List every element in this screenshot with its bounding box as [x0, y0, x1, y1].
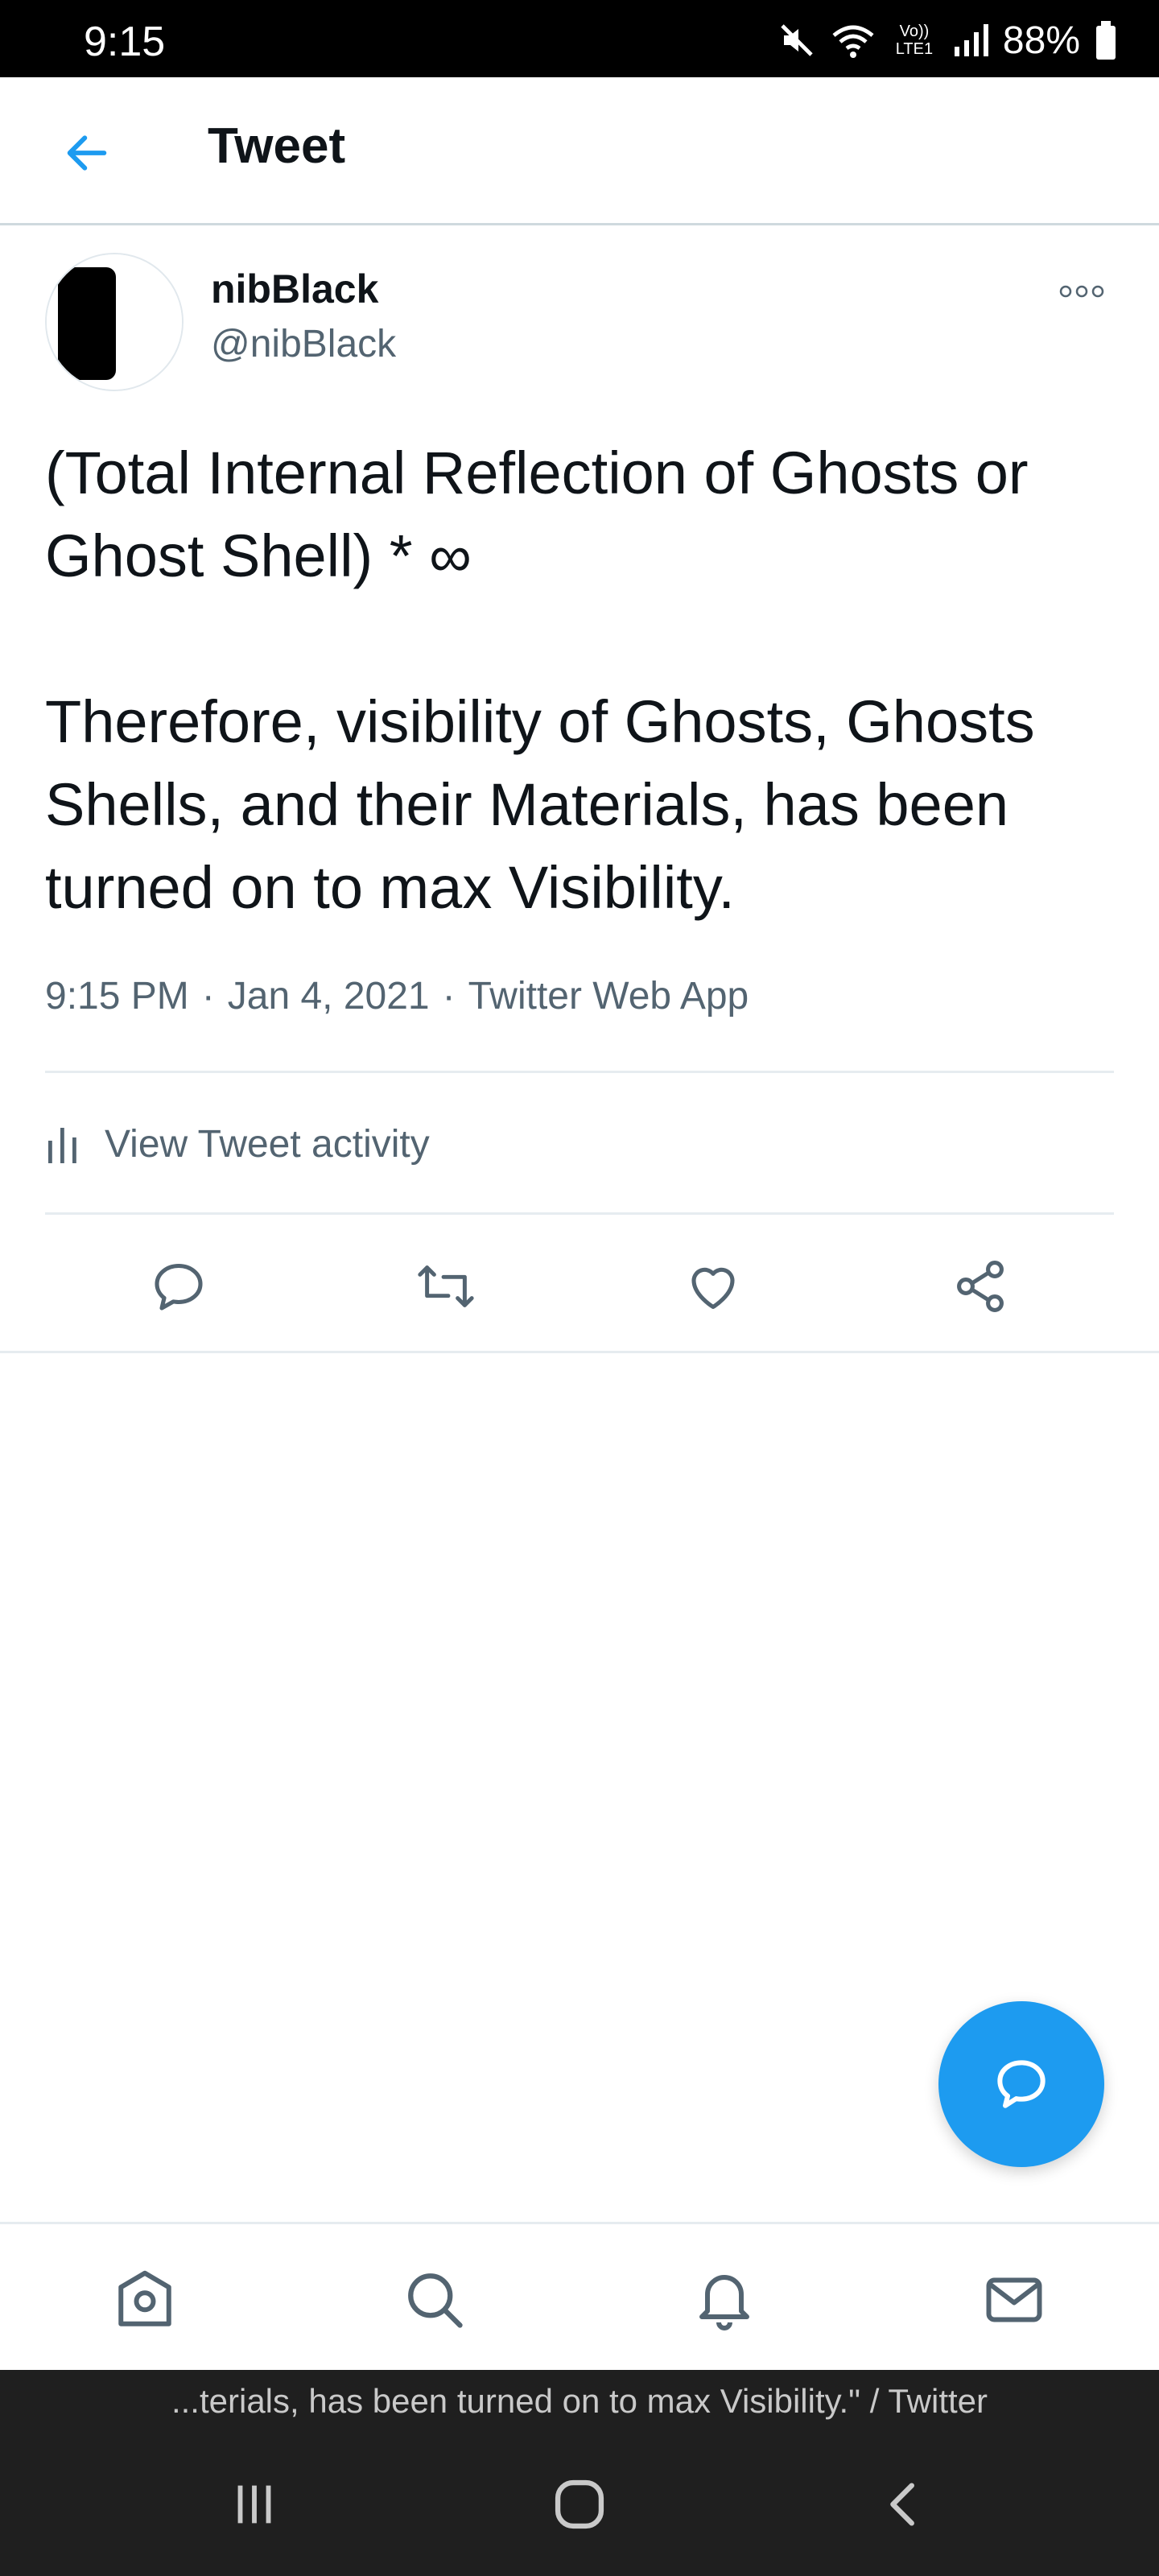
- search-icon: [408, 2273, 463, 2328]
- activity-chart-icon: [48, 1128, 76, 1163]
- meta-separator: ·: [201, 975, 215, 1018]
- system-navigation-bar: [0, 2433, 1159, 2576]
- compose-icon: [997, 2060, 1046, 2108]
- home-system-button[interactable]: [539, 2468, 620, 2541]
- nav-search[interactable]: [396, 2261, 473, 2339]
- tweet-meta: 9:15 PM · Jan 4, 2021 · Twitter Web App: [45, 974, 749, 1018]
- more-options-icon: [1059, 285, 1104, 298]
- divider: [45, 1071, 1114, 1073]
- bottom-navigation: [0, 2222, 1159, 2370]
- avatar[interactable]: [45, 253, 184, 391]
- tweet-source[interactable]: Twitter Web App: [468, 974, 749, 1018]
- divider: [0, 1351, 1159, 1353]
- mute-icon: [781, 24, 813, 56]
- author-name[interactable]: nibBlack: [211, 266, 378, 312]
- retweet-button[interactable]: [414, 1254, 478, 1319]
- battery-percent: 88%: [1002, 19, 1080, 62]
- reply-button[interactable]: [146, 1254, 211, 1319]
- app-header: Tweet: [0, 77, 1159, 225]
- status-time: 9:15: [84, 19, 166, 65]
- messages-icon: [986, 2277, 1042, 2322]
- back-button[interactable]: [48, 114, 126, 192]
- back-arrow-icon: [67, 135, 107, 171]
- home-square-icon: [555, 2479, 604, 2529]
- author-handle[interactable]: @nibBlack: [211, 322, 396, 366]
- recent-apps-icon: [237, 2485, 271, 2524]
- home-icon: [118, 2270, 171, 2326]
- tweet-text: (Total Internal Reflection of Ghosts or …: [45, 440, 1035, 921]
- notifications-icon: [699, 2275, 749, 2330]
- retweet-icon: [418, 1265, 474, 1307]
- like-button[interactable]: [681, 1254, 745, 1319]
- like-icon: [691, 1267, 735, 1310]
- share-icon: [957, 1261, 1004, 1312]
- recent-apps-button[interactable]: [214, 2468, 295, 2541]
- tweet-actions: [0, 1224, 1159, 1343]
- back-system-button[interactable]: [864, 2468, 945, 2541]
- divider: [45, 1212, 1114, 1215]
- meta-separator: ·: [442, 975, 456, 1018]
- view-activity-label: View Tweet activity: [105, 1122, 430, 1166]
- status-bar: 9:15 Vo)) LTE1 88%: [0, 0, 1159, 77]
- signal-icon: [954, 24, 988, 56]
- page-title: Tweet: [208, 118, 346, 174]
- wifi-icon: [832, 25, 874, 58]
- recents-title-bar: ...terials, has been turned on to max Vi…: [0, 2370, 1159, 2433]
- status-icons: Vo)) LTE1 88%: [777, 18, 1117, 63]
- share-button[interactable]: [948, 1254, 1013, 1319]
- more-options-button[interactable]: [1050, 272, 1114, 311]
- view-activity-button[interactable]: View Tweet activity: [45, 1108, 430, 1180]
- nav-notifications[interactable]: [686, 2261, 763, 2339]
- chevron-left-icon: [890, 2483, 914, 2526]
- compose-button[interactable]: [938, 2001, 1104, 2167]
- nav-home[interactable]: [106, 2261, 184, 2339]
- nav-messages[interactable]: [975, 2261, 1053, 2339]
- avatar-image: [47, 254, 182, 390]
- network-label: Vo)) LTE1: [895, 23, 934, 58]
- tweet-date: Jan 4, 2021: [227, 975, 430, 1018]
- tweet-time: 9:15 PM: [45, 975, 189, 1018]
- battery-icon: [1096, 21, 1116, 60]
- reply-icon: [155, 1263, 203, 1311]
